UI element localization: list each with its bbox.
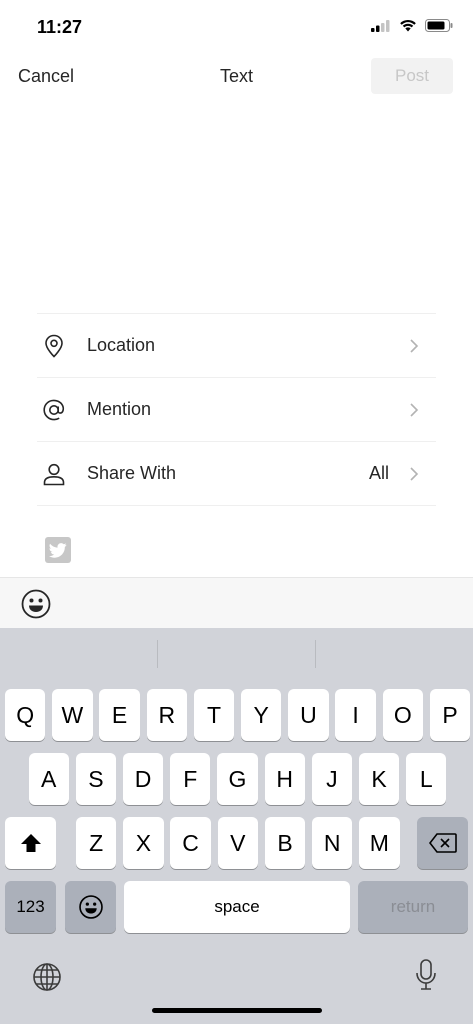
key-p[interactable]: P: [429, 689, 471, 741]
option-location[interactable]: Location: [37, 314, 436, 378]
status-icons: [371, 19, 453, 32]
backspace-icon: [428, 833, 457, 853]
wifi-icon: [400, 19, 416, 32]
emoji-key[interactable]: [65, 881, 116, 933]
post-options-list: Location Mention Share With All: [37, 313, 436, 506]
microphone-icon[interactable]: [410, 959, 442, 991]
option-label: Mention: [87, 399, 152, 419]
key-row-4: 123 space return: [0, 881, 473, 933]
chevron-right-icon: [410, 339, 419, 353]
key-q[interactable]: Q: [5, 689, 46, 741]
return-key[interactable]: return: [358, 881, 468, 933]
key-h[interactable]: H: [264, 753, 305, 805]
at-sign-icon: [42, 398, 66, 422]
key-c[interactable]: C: [170, 817, 211, 869]
chevron-right-icon: [410, 467, 419, 481]
post-button[interactable]: Post: [371, 58, 453, 94]
key-m[interactable]: M: [359, 817, 400, 869]
key-o[interactable]: O: [382, 689, 423, 741]
option-label: Location: [87, 335, 156, 355]
person-icon: [42, 462, 66, 486]
text-compose-area[interactable]: [0, 100, 473, 310]
shift-key[interactable]: [5, 817, 56, 869]
signal-icon: [371, 19, 390, 32]
key-r[interactable]: R: [146, 689, 187, 741]
divider: [315, 640, 316, 668]
key-row-3: ZXCVBNM: [0, 817, 473, 869]
emoji-smile-icon: [78, 895, 103, 919]
key-v[interactable]: V: [217, 817, 258, 869]
delete-key[interactable]: [417, 817, 468, 869]
key-f[interactable]: F: [170, 753, 211, 805]
key-i[interactable]: I: [335, 689, 376, 741]
key-l[interactable]: L: [406, 753, 447, 805]
divider: [157, 640, 158, 668]
keyboard: QWERTYUIOP ASDFGHJKL ZXCVBNM 123 space r…: [0, 628, 473, 1024]
option-share-with[interactable]: Share With All: [37, 442, 436, 506]
key-row-1: QWERTYUIOP: [0, 689, 473, 741]
nav-bar: Cancel Text Post: [0, 52, 473, 100]
globe-icon[interactable]: [31, 961, 63, 993]
key-g[interactable]: G: [217, 753, 258, 805]
status-bar: 11:27: [0, 0, 473, 52]
key-a[interactable]: A: [28, 753, 69, 805]
key-s[interactable]: S: [75, 753, 117, 805]
key-w[interactable]: W: [52, 689, 93, 741]
shift-arrow-icon: [20, 834, 41, 852]
home-indicator: [152, 1008, 322, 1013]
twitter-share-icon[interactable]: [45, 537, 71, 563]
key-e[interactable]: E: [99, 689, 140, 741]
key-t[interactable]: T: [193, 689, 235, 741]
key-u[interactable]: U: [288, 689, 329, 741]
option-label: Share With: [87, 463, 177, 483]
predictive-bar: [0, 628, 473, 680]
key-k[interactable]: K: [358, 753, 400, 805]
key-x[interactable]: X: [123, 817, 164, 869]
location-pin-icon: [42, 334, 66, 358]
space-key[interactable]: space: [124, 881, 350, 933]
key-n[interactable]: N: [312, 817, 353, 869]
key-d[interactable]: D: [122, 753, 164, 805]
key-b[interactable]: B: [264, 817, 306, 869]
emoji-smile-icon[interactable]: [20, 588, 52, 620]
battery-icon: [425, 19, 453, 32]
option-value: All: [368, 463, 389, 483]
key-y[interactable]: Y: [241, 689, 282, 741]
key-row-2: ASDFGHJKL: [0, 753, 473, 805]
option-mention[interactable]: Mention: [37, 378, 436, 442]
key-z[interactable]: Z: [76, 817, 117, 869]
status-time: 11:27: [37, 17, 83, 37]
key-j[interactable]: J: [311, 753, 353, 805]
numbers-key[interactable]: 123: [5, 881, 56, 933]
chevron-right-icon: [410, 403, 419, 417]
emoji-toolbar: [0, 577, 473, 628]
